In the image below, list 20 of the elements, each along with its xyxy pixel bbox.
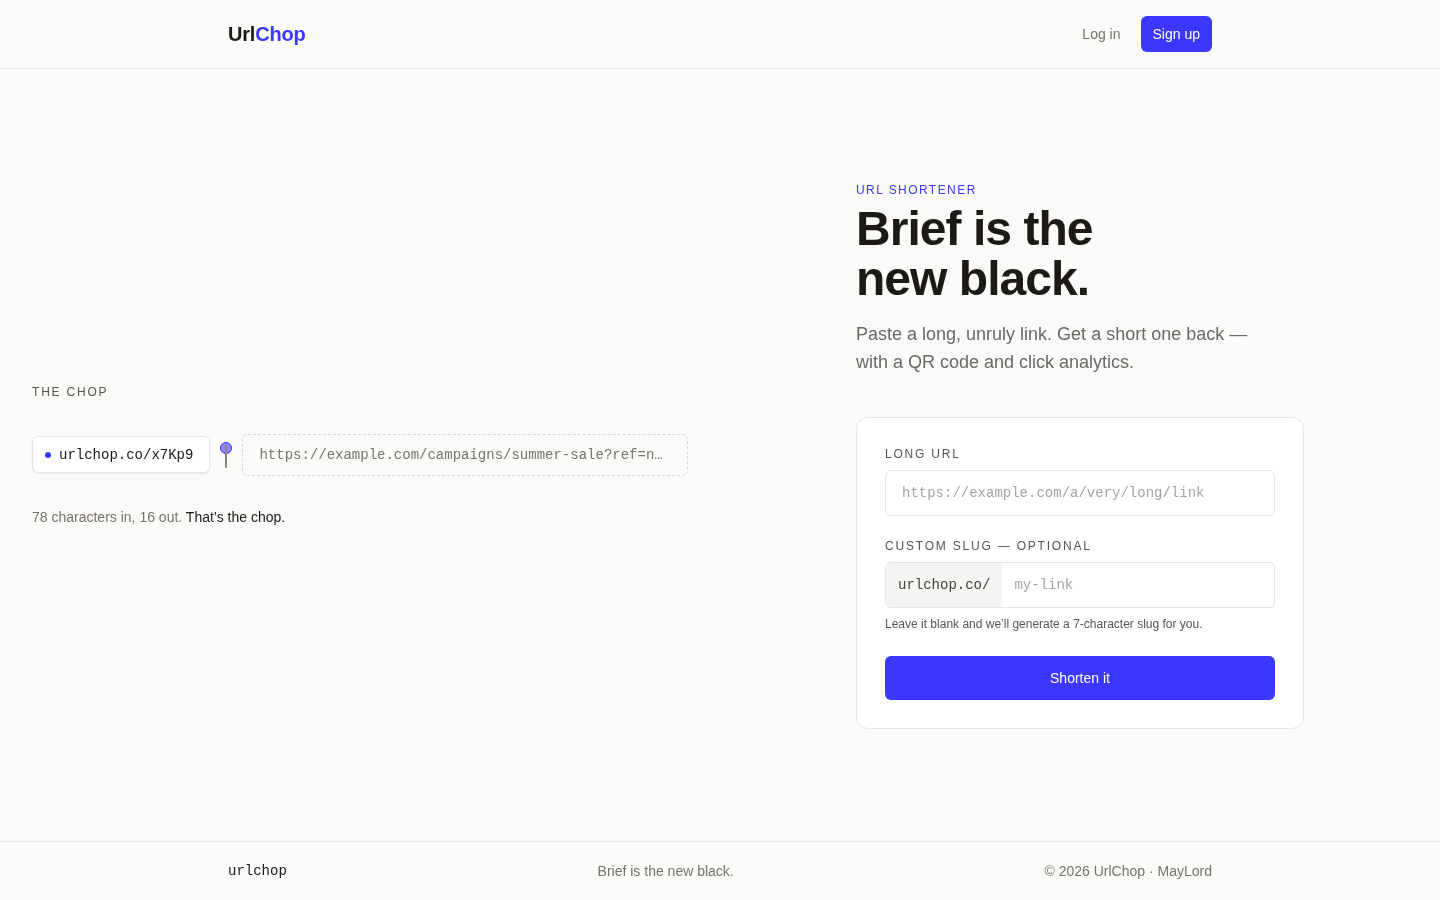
- hero-subtitle: Paste a long, unruly link. Get a short one back — with a QR code and click analytics.: [856, 322, 1249, 374]
- pin-icon: [220, 441, 233, 468]
- footer-copyright: © 2026 UrlChop · MayLord: [1044, 863, 1212, 879]
- field-label: LONG URL: [885, 445, 961, 462]
- footer-tagline: Brief is the new black.: [597, 863, 734, 879]
- slug-hint: Leave it blank and we’ll generate a 7-character slug for you.: [885, 615, 1203, 632]
- short-url-text: urlchop.co/x7Kp9: [59, 446, 194, 463]
- hero-headline: Brief is the new black.: [856, 203, 1093, 304]
- logo[interactable]: UrlChop: [228, 22, 306, 46]
- long-url-input[interactable]: https://example.com/a/very/long/link: [885, 469, 1275, 516]
- original-url-panel: https://example.com/campaigns/summer-sale?ref=n…: [242, 433, 688, 476]
- login-link[interactable]: Log in: [1082, 18, 1121, 50]
- dot-icon: [45, 451, 51, 458]
- hero-eyebrow: URL SHORTENER: [856, 181, 977, 198]
- demo-heading: THE CHOP: [32, 383, 109, 400]
- field-label: CUSTOM SLUG — OPTIONAL: [885, 537, 1092, 554]
- shorten-button[interactable]: Shorten it: [885, 655, 1275, 700]
- chop-caption: 78 characters in, 16 out. That’s the chop.: [32, 507, 286, 527]
- signup-button[interactable]: Sign up: [1140, 16, 1212, 52]
- footer-wordmark: urlchop: [228, 863, 287, 879]
